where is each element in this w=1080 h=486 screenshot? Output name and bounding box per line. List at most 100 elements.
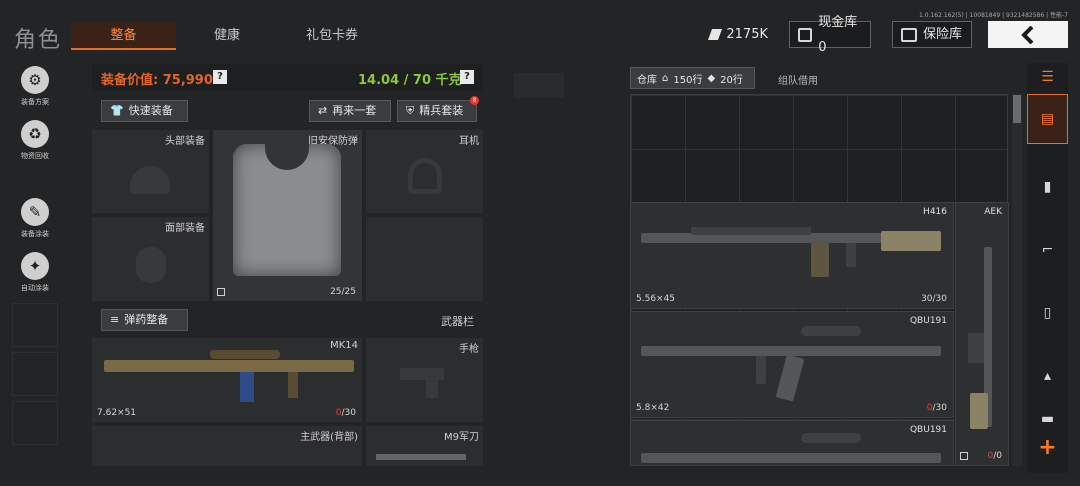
- storage-rows: 150行: [673, 74, 703, 86]
- rifle-stock: [970, 393, 988, 429]
- storage-icon: ☰: [1041, 69, 1054, 85]
- team-borrow-tab[interactable]: 组队借用: [778, 72, 818, 87]
- caliber: 5.8×42: [636, 403, 670, 413]
- backpack-slot[interactable]: [366, 217, 483, 301]
- ammo-icon: ≡: [110, 313, 120, 326]
- knife-icon: [376, 454, 466, 460]
- rifle-stock: [881, 231, 941, 251]
- mk14-rifle-icon: [104, 360, 354, 372]
- sidebar-item-paint[interactable]: ✎ 装备涂装: [12, 196, 58, 242]
- durability: 25/25: [330, 287, 356, 297]
- pistol-grip: [426, 378, 438, 398]
- ammo-count: 0/30: [927, 403, 947, 413]
- sidebar-item-label: 物资回收: [21, 152, 49, 160]
- head-slot[interactable]: 头部装备: [92, 130, 209, 213]
- sidebar-item-recycle[interactable]: ♻ 物资回收: [12, 118, 58, 164]
- storage-tab[interactable]: 仓库 ⌂ 150行 ◆ 20行: [630, 67, 755, 89]
- tab-health[interactable]: 健康: [190, 22, 264, 50]
- quick-equip-button[interactable]: 👕 快速装备: [101, 100, 188, 122]
- storage-item-qbu191[interactable]: QBU191 5.8×42 0/30: [630, 311, 954, 418]
- rifle-grip: [756, 356, 766, 384]
- cash-display[interactable]: 2175K: [702, 21, 776, 48]
- cube-icon: [217, 288, 225, 296]
- carry-weight: 14.04 / 70 千克: [358, 73, 462, 88]
- knife-slot[interactable]: M9军刀: [366, 426, 483, 466]
- filter-storage[interactable]: ☰: [1027, 63, 1068, 91]
- repeat-loadout-label: 再来一套: [332, 104, 377, 117]
- face-slot[interactable]: 面部装备: [92, 217, 209, 301]
- elite-kit-button[interactable]: ⛨ 精兵套装: [397, 100, 477, 122]
- storage-item-qbu191[interactable]: QBU191: [630, 420, 954, 466]
- ammo-total: /30: [341, 408, 356, 418]
- storage-item-h416[interactable]: H416 5.56×45 30/30: [630, 202, 954, 309]
- tag-icon: ◆: [707, 72, 716, 84]
- cash-amount: 2175K: [726, 27, 768, 42]
- version-text: 1.0.162.162(5) | 10081849 | 9321482586 |…: [919, 12, 1068, 19]
- back-button[interactable]: [988, 21, 1068, 48]
- primary-weapon-slot[interactable]: MK14 7.62×51 0/30: [92, 338, 362, 422]
- storage-scrollbar[interactable]: [1012, 94, 1022, 466]
- filter-rifle[interactable]: ⌐: [1027, 225, 1068, 275]
- slot-label: M9军刀: [444, 432, 479, 443]
- cash-icon: [707, 29, 723, 40]
- recycle-icon: ♻: [21, 120, 49, 148]
- ammo-count: 0/0: [988, 451, 1003, 461]
- ammo-count: 0/30: [336, 408, 356, 418]
- vault-icon: [798, 27, 813, 42]
- filter-more[interactable]: ▬: [1027, 405, 1068, 433]
- filter-bag[interactable]: ▤: [1027, 94, 1068, 144]
- cube-icon: [960, 452, 968, 460]
- weapon-name: MK14: [330, 340, 358, 351]
- sidebar-item-auto-paint[interactable]: ✦ 自动涂装: [12, 250, 58, 296]
- slot-label: 主武器(背部): [300, 432, 358, 443]
- sidebar-item-label: 自动涂装: [21, 284, 49, 292]
- filter-vest[interactable]: ▮: [1027, 162, 1068, 212]
- weapon-bar-label: 武器栏: [441, 315, 474, 328]
- ammo-prep-button[interactable]: ≡ 弹药整备: [101, 309, 188, 331]
- rifle-magazine: [968, 333, 984, 363]
- rifle-magazine: [240, 372, 254, 402]
- equipment-value: 装备价值: 75,990: [101, 73, 213, 88]
- rifle-grip: [288, 372, 298, 398]
- notification-badge: 8: [470, 96, 479, 105]
- repeat-loadout-button[interactable]: ⇄ 再来一套: [309, 100, 391, 122]
- cash-vault-button[interactable]: 现金库 0: [789, 15, 871, 55]
- page-title: 角色: [14, 28, 63, 53]
- tab-equip[interactable]: 整备: [71, 22, 176, 50]
- storage-item-aek[interactable]: AEK 0/0: [955, 202, 1009, 466]
- helmet-icon: [130, 166, 170, 194]
- sidebar-empty-slot: [12, 401, 58, 445]
- loadout-icon: ⚙: [21, 66, 49, 94]
- rifle-scope: [210, 350, 280, 359]
- vault-label: 现金库 0: [818, 14, 858, 55]
- filter-ammo[interactable]: ▴: [1027, 351, 1068, 401]
- filter-magazine[interactable]: ▯: [1027, 288, 1068, 338]
- headset-slot[interactable]: 耳机: [366, 130, 483, 213]
- rifle-icon: ⌐: [1041, 242, 1054, 258]
- add-filter-button[interactable]: +: [1027, 435, 1068, 467]
- rifle-magazine: [775, 354, 805, 402]
- caliber: 7.62×51: [97, 408, 137, 418]
- home-icon: ⌂: [662, 72, 669, 84]
- tab-gift-vouchers[interactable]: 礼包卡券: [282, 22, 382, 50]
- drop-zone: [514, 73, 564, 98]
- pistol-slot[interactable]: 手枪: [366, 338, 483, 422]
- sidebar-item-label: 装备涂装: [21, 230, 49, 238]
- elite-kit-label: 精兵套装: [419, 104, 464, 117]
- help-icon[interactable]: ?: [460, 70, 474, 84]
- armor-slot[interactable]: 旧安保防弹 25/25: [213, 130, 362, 301]
- auto-paint-icon: ✦: [21, 252, 49, 280]
- rifle-icon: [641, 453, 941, 463]
- insurance-vault-button[interactable]: 保险库: [892, 21, 972, 48]
- paint-icon: ✎: [21, 198, 49, 226]
- sidebar-item-label: 装备方案: [21, 98, 49, 106]
- rifle-rail: [691, 227, 811, 235]
- more-icon: ▬: [1040, 411, 1055, 427]
- shield-icon: ⛨: [406, 104, 415, 117]
- help-icon[interactable]: ?: [213, 70, 227, 84]
- back-weapon-slot[interactable]: 主武器(背部): [92, 426, 362, 466]
- sidebar-item-loadout[interactable]: ⚙ 装备方案: [12, 64, 58, 110]
- ammo-icon: ▴: [1043, 368, 1052, 384]
- scrollbar-thumb[interactable]: [1013, 95, 1021, 123]
- weapon-name: AEK: [984, 207, 1002, 217]
